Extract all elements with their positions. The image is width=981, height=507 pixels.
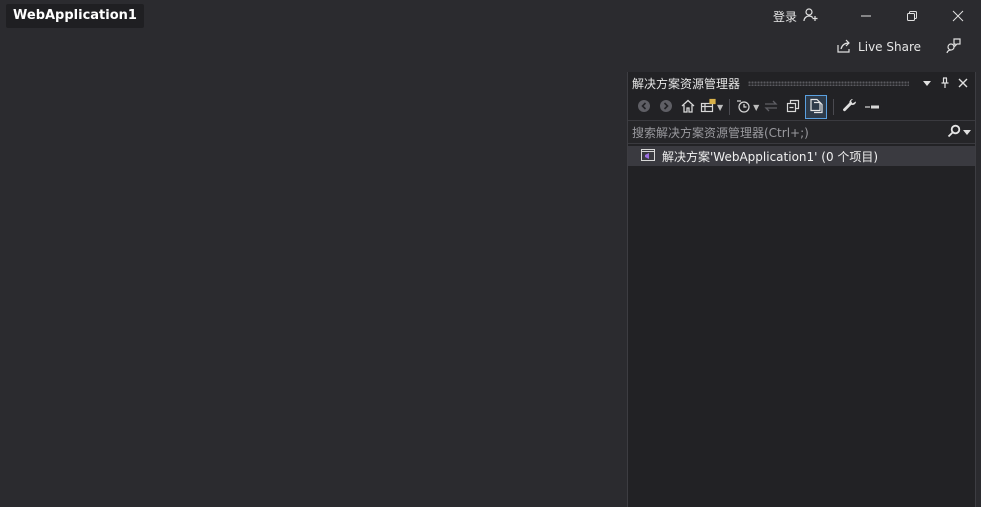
home-icon xyxy=(680,98,696,117)
back-button[interactable] xyxy=(634,96,654,118)
solution-explorer-toolbar: ▼ ▼ xyxy=(628,94,975,120)
pending-changes-dropdown-icon[interactable]: ▼ xyxy=(753,103,759,112)
pending-changes-filter-button[interactable]: ▼ xyxy=(736,96,759,118)
preview-icon xyxy=(864,98,880,117)
live-share-label: Live Share xyxy=(858,40,921,54)
minimize-icon xyxy=(860,10,872,22)
project-title: WebApplication1 xyxy=(6,4,144,28)
search-input[interactable]: 搜索解决方案资源管理器(Ctrl+;) xyxy=(632,124,947,141)
sign-in-label: 登录 xyxy=(772,9,797,24)
live-share-icon xyxy=(836,38,852,57)
solution-tree: 解决方案'WebApplication1' (0 个项目) xyxy=(628,144,975,166)
preview-selected-items-button[interactable] xyxy=(862,96,882,118)
tree-item-solution[interactable]: 解决方案'WebApplication1' (0 个项目) xyxy=(628,146,975,166)
title-bar-controls: 登录 xyxy=(773,0,981,32)
toolbar-separator xyxy=(833,99,835,115)
restore-icon xyxy=(906,10,918,22)
feedback-icon xyxy=(945,37,961,57)
live-share-button[interactable]: Live Share xyxy=(836,38,921,57)
back-icon xyxy=(637,99,651,116)
search-icon[interactable] xyxy=(947,124,961,141)
panel-close-icon[interactable] xyxy=(955,75,971,91)
switch-views-dropdown-icon[interactable]: ▼ xyxy=(717,103,723,112)
sync-icon xyxy=(763,98,779,117)
collapse-all-icon xyxy=(786,99,800,116)
panel-drag-grip[interactable] xyxy=(748,80,909,86)
sign-in-button[interactable]: 登录 xyxy=(773,7,819,26)
solution-explorer-search[interactable]: 搜索解决方案资源管理器(Ctrl+;) xyxy=(628,120,975,144)
search-controls xyxy=(947,124,971,141)
window-position-dropdown-icon[interactable] xyxy=(919,75,935,91)
solution-explorer-header[interactable]: 解决方案资源管理器 xyxy=(628,72,975,94)
sync-with-active-document-button[interactable] xyxy=(761,96,781,118)
solution-icon xyxy=(640,147,656,166)
show-all-files-button[interactable] xyxy=(805,95,828,119)
feedback-button[interactable] xyxy=(945,37,961,57)
switch-views-button[interactable]: ▼ xyxy=(700,96,723,118)
switch-views-icon xyxy=(700,98,716,117)
close-icon xyxy=(952,10,964,22)
properties-icon xyxy=(842,98,858,117)
pending-changes-icon xyxy=(736,98,752,117)
restore-button[interactable] xyxy=(889,0,935,32)
home-button[interactable] xyxy=(678,96,698,118)
close-button[interactable] xyxy=(935,0,981,32)
properties-button[interactable] xyxy=(840,96,860,118)
show-all-files-icon xyxy=(808,98,824,117)
pin-icon[interactable] xyxy=(937,75,953,91)
person-add-icon xyxy=(803,7,819,26)
forward-button[interactable] xyxy=(656,96,676,118)
toolbar-separator xyxy=(729,99,731,115)
collapse-all-button[interactable] xyxy=(783,96,803,118)
solution-explorer-panel: 解决方案资源管理器 ▼ ▼ 搜索解决方案资源管理器(Ctrl+;) 解决方案'W… xyxy=(627,72,976,507)
tree-item-label: 解决方案'WebApplication1' (0 个项目) xyxy=(662,149,879,164)
solution-explorer-title: 解决方案资源管理器 xyxy=(632,76,741,91)
share-row: Live Share xyxy=(836,36,961,58)
forward-icon xyxy=(659,99,673,116)
minimize-button[interactable] xyxy=(843,0,889,32)
search-options-dropdown-icon[interactable] xyxy=(963,125,971,139)
